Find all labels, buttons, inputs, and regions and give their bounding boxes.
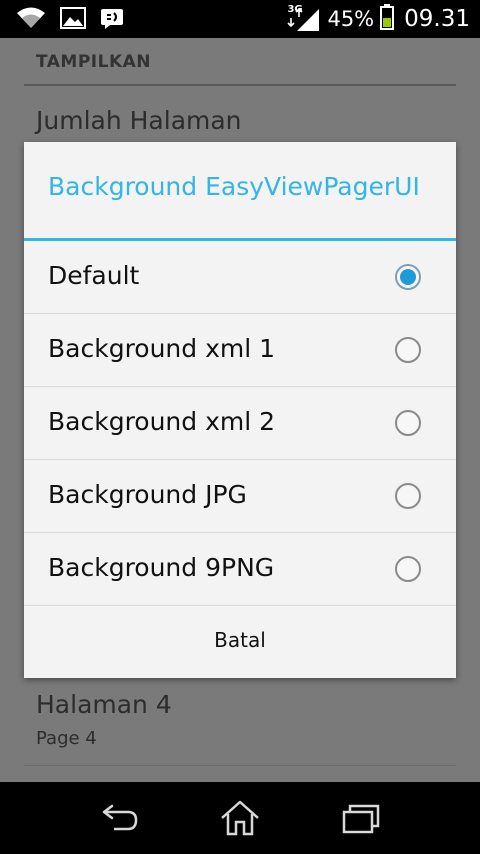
clock: 09.31: [404, 6, 470, 32]
cancel-button[interactable]: Batal: [24, 606, 456, 678]
navigation-bar: [0, 782, 480, 854]
option-label: Default: [48, 261, 140, 290]
background-choice-dialog: Background EasyViewPagerUI Default Backg…: [24, 142, 456, 678]
home-icon[interactable]: [218, 798, 262, 838]
radio-button[interactable]: [395, 556, 421, 582]
option-default[interactable]: Default: [24, 241, 456, 313]
radio-button[interactable]: [395, 483, 421, 509]
option-background-xml-1[interactable]: Background xml 1: [24, 314, 456, 386]
section-header: TAMPILKAN: [36, 52, 152, 72]
pref-title-page-4[interactable]: Halaman 4: [36, 690, 172, 719]
radio-dot: [400, 269, 416, 285]
option-background-xml-2[interactable]: Background xml 2: [24, 387, 456, 459]
back-icon[interactable]: [98, 798, 142, 838]
option-background-9png[interactable]: Background 9PNG: [24, 533, 456, 605]
wifi-icon: [16, 6, 46, 34]
option-label: Background xml 1: [48, 334, 276, 363]
list-divider: [24, 765, 456, 766]
signal-icon: 3G: [287, 4, 321, 34]
pref-subtitle-page-4: Page 4: [36, 728, 97, 749]
cancel-label: Batal: [214, 628, 266, 652]
recent-apps-icon[interactable]: [338, 798, 382, 838]
pref-title-page-count[interactable]: Jumlah Halaman: [36, 106, 242, 135]
option-label: Background 9PNG: [48, 553, 275, 582]
battery-icon: [380, 4, 395, 34]
option-background-jpg[interactable]: Background JPG: [24, 460, 456, 532]
status-bar: 3G 45% 09.31: [0, 0, 480, 38]
radio-button[interactable]: [395, 410, 421, 436]
message-notification-icon: [100, 6, 126, 34]
option-label: Background JPG: [48, 480, 247, 509]
image-notification-icon: [60, 6, 86, 34]
radio-button-selected[interactable]: [395, 264, 421, 290]
dialog-title: Background EasyViewPagerUI: [48, 172, 420, 201]
option-label: Background xml 2: [48, 407, 276, 436]
radio-button[interactable]: [395, 337, 421, 363]
section-divider: [24, 84, 456, 86]
battery-percent: 45%: [327, 7, 375, 31]
